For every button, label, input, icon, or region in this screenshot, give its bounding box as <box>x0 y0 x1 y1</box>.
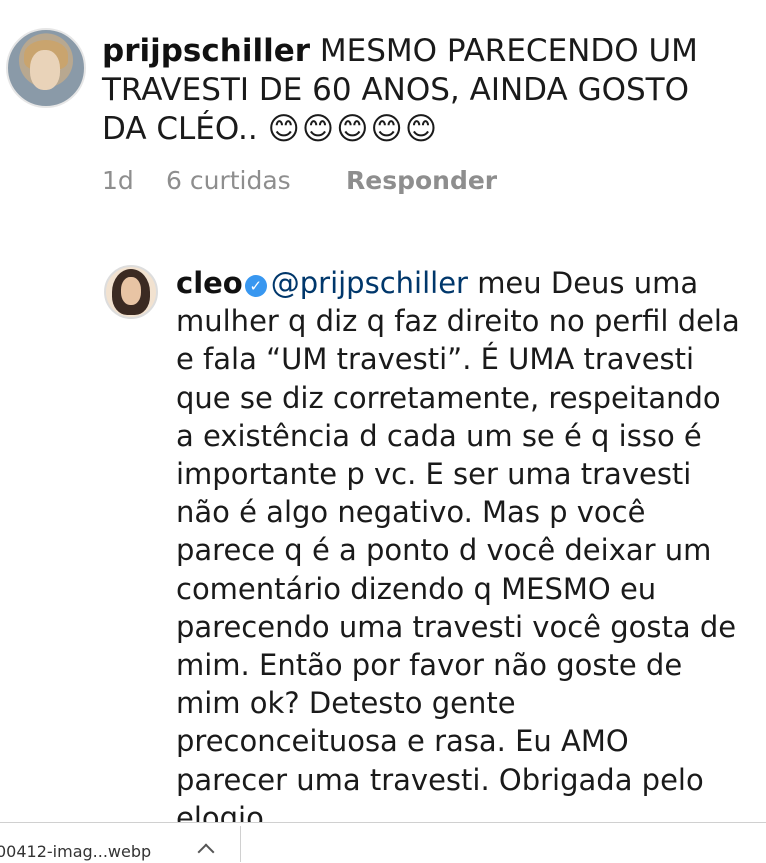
reply-body: cleo ✓ @prijpschiller meu Deus uma mulher … <box>176 264 746 837</box>
reply-username[interactable]: cleo <box>176 266 243 300</box>
comment-body: prijpschiller MESMO PARECENDO UM TRAVEST… <box>102 32 742 149</box>
comment-likes[interactable]: 6 curtidas <box>166 166 346 195</box>
verified-badge-icon: ✓ <box>244 275 267 297</box>
reply-text: meu Deus uma mulher q diz q faz direito … <box>176 266 740 835</box>
reply-button[interactable]: Responder <box>346 166 497 195</box>
comment-emojis: 😊😊😊😊😊 <box>267 111 440 147</box>
reply-mention[interactable]: @prijpschiller <box>271 266 468 300</box>
chevron-up-icon[interactable] <box>197 843 215 861</box>
download-item[interactable]: 00412-imag...webp <box>0 826 241 862</box>
comment-time[interactable]: 1d <box>102 166 166 195</box>
comment-username[interactable]: prijpschiller <box>102 33 310 69</box>
reply-avatar[interactable] <box>104 265 158 319</box>
comment-meta: 1d 6 curtidas Responder <box>102 166 497 195</box>
commenter-avatar[interactable] <box>6 28 86 108</box>
download-filename: 00412-imag...webp <box>0 842 152 861</box>
